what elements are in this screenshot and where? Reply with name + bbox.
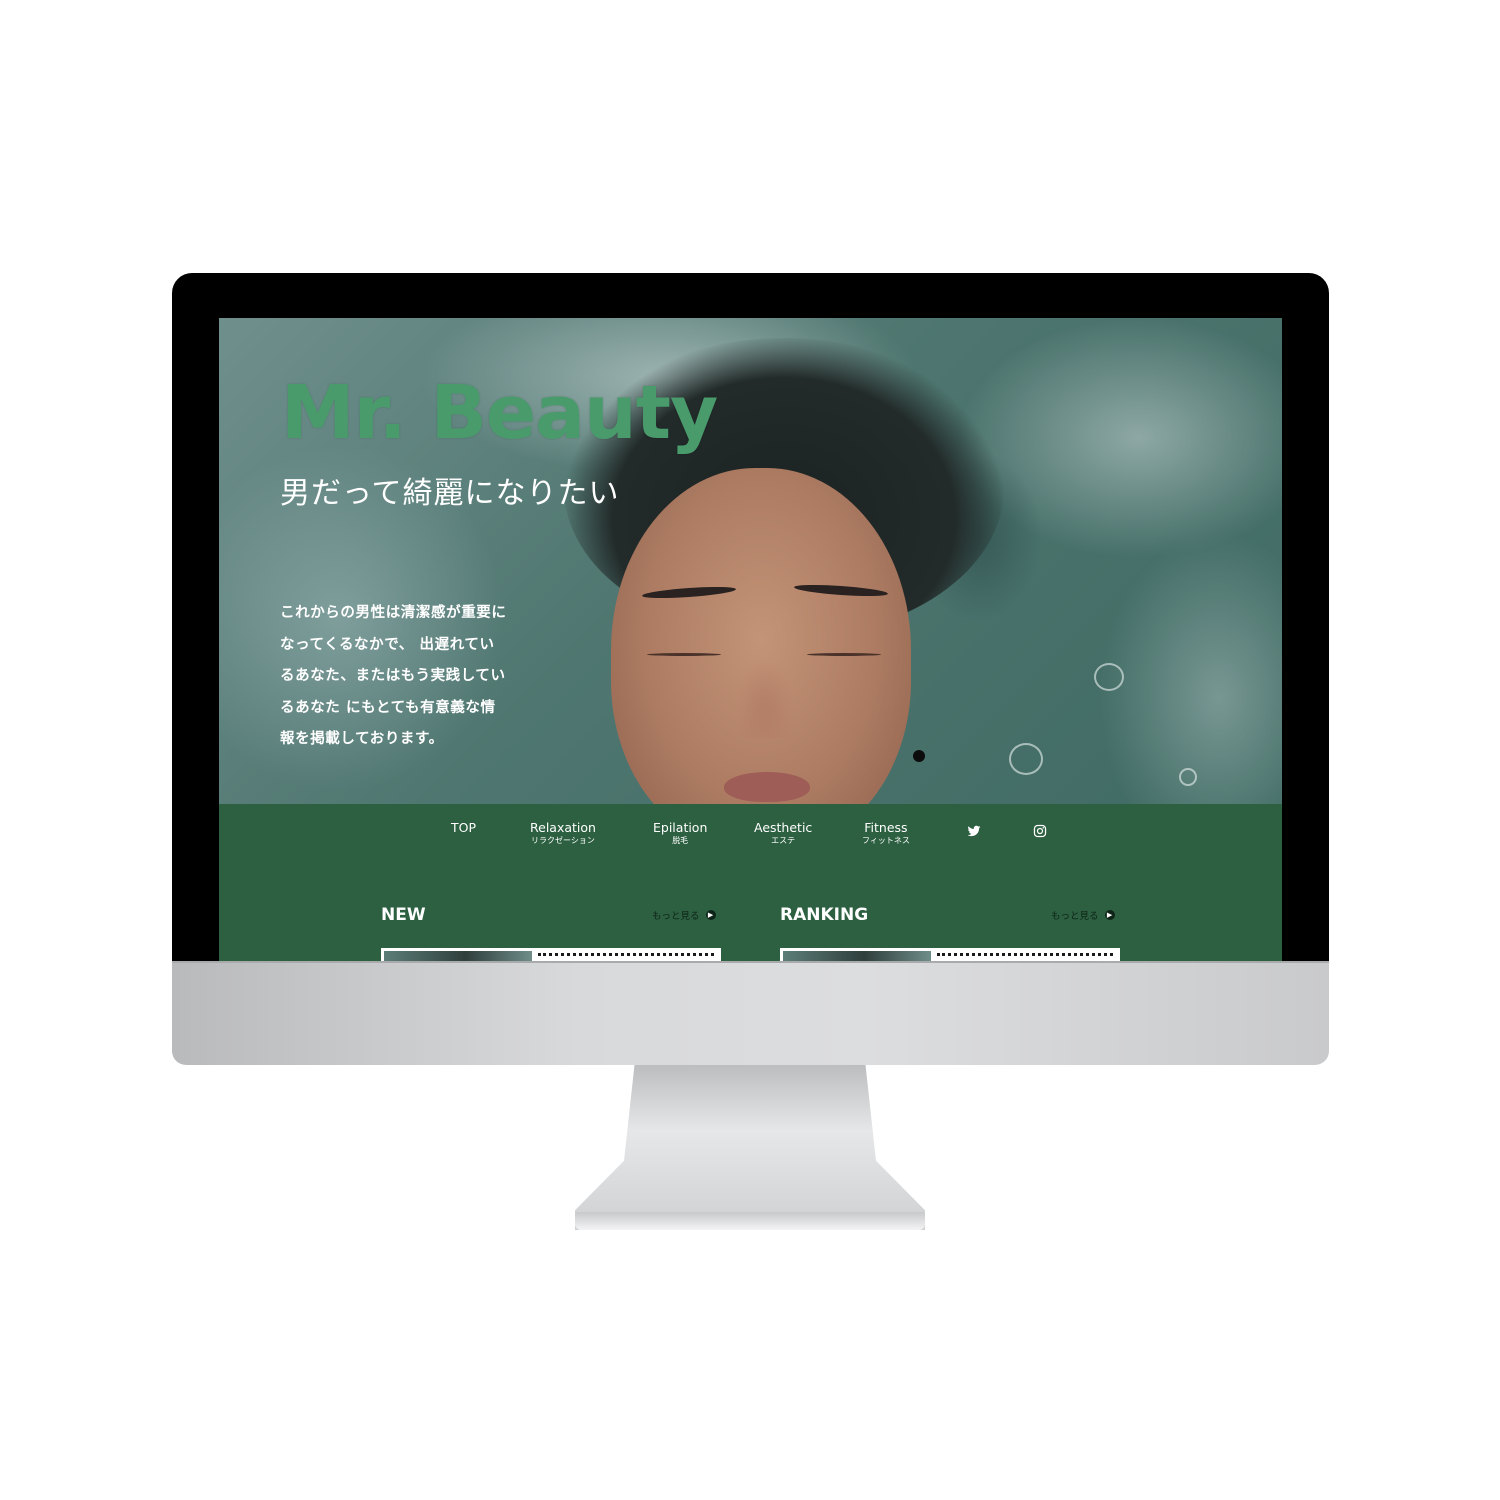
section-title-ranking: RANKING bbox=[780, 905, 869, 925]
lips bbox=[724, 772, 810, 802]
nav-item-top[interactable]: TOP bbox=[451, 821, 476, 835]
nav-item-relaxation[interactable]: Relaxation リラクゼーション bbox=[530, 821, 596, 846]
lead-line: 報を掲載しております。 bbox=[280, 731, 444, 747]
nav-sublabel: リラクゼーション bbox=[531, 836, 595, 845]
monitor-chin bbox=[172, 961, 1329, 1065]
ranking-more-link[interactable]: もっと見る ▶ bbox=[1051, 908, 1115, 922]
instagram-icon[interactable] bbox=[1033, 824, 1047, 838]
article-title-placeholder bbox=[538, 953, 714, 958]
foam-bubble bbox=[1179, 768, 1197, 786]
article-title-placeholder bbox=[937, 953, 1113, 958]
nav-sublabel: フィットネス bbox=[862, 836, 910, 845]
lead-line: これからの男性は清潔感が重要に bbox=[280, 605, 507, 621]
nav-item-aesthetic[interactable]: Aesthetic エステ bbox=[754, 821, 812, 846]
monitor-stand-base bbox=[575, 1212, 925, 1230]
chin-edge bbox=[172, 961, 1329, 963]
ranking-article-card[interactable] bbox=[780, 948, 1120, 961]
monitor-mockup: Mr. Beauty 男だって綺麗になりたい これからの男性は清潔感が重要に な… bbox=[0, 0, 1500, 1500]
foam-bubble bbox=[1009, 743, 1043, 775]
right-eye bbox=[807, 653, 881, 656]
new-more-link[interactable]: もっと見る ▶ bbox=[652, 908, 716, 922]
monitor-stand bbox=[575, 1065, 925, 1230]
nav-label: Relaxation bbox=[530, 820, 596, 835]
foam-bubble bbox=[1094, 663, 1124, 691]
nav-sublabel: エステ bbox=[771, 836, 796, 845]
arrow-right-icon: ▶ bbox=[705, 910, 716, 920]
earring bbox=[913, 750, 925, 762]
twitter-icon[interactable] bbox=[967, 824, 981, 838]
hero-lead-text: これからの男性は清潔感が重要に なってくるなかで、 出遅れてい るあなた、または… bbox=[280, 598, 510, 756]
lead-line: るあなた、またはもう実践してい bbox=[280, 668, 506, 684]
site-logo[interactable]: Mr. Beauty bbox=[281, 376, 718, 450]
nav-item-fitness[interactable]: Fitness フィットネス bbox=[862, 821, 910, 846]
article-thumbnail bbox=[783, 951, 931, 961]
hero-photo: Mr. Beauty 男だって綺麗になりたい これからの男性は清潔感が重要に な… bbox=[219, 318, 1282, 848]
nav-label: Aesthetic bbox=[754, 820, 813, 835]
lead-line: なってくるなかで、 出遅れてい bbox=[280, 636, 495, 653]
arrow-right-icon: ▶ bbox=[1104, 910, 1115, 920]
global-nav: TOP Relaxation リラクゼーション Epilation 脱毛 Aes… bbox=[219, 804, 1282, 961]
new-article-card[interactable] bbox=[381, 948, 721, 961]
nav-label: TOP bbox=[451, 820, 477, 835]
more-label: もっと見る bbox=[1051, 911, 1099, 922]
hero-tagline: 男だって綺麗になりたい bbox=[280, 476, 620, 511]
more-label: もっと見る bbox=[652, 911, 700, 922]
website-screen: Mr. Beauty 男だって綺麗になりたい これからの男性は清潔感が重要に な… bbox=[219, 318, 1282, 961]
section-title-new: NEW bbox=[381, 905, 426, 925]
left-eye bbox=[647, 653, 721, 656]
lead-line: るあなた にもとても有意義な情 bbox=[280, 699, 496, 716]
article-thumbnail bbox=[384, 951, 532, 961]
nav-label: Fitness bbox=[864, 820, 908, 835]
nav-label: Epilation bbox=[653, 820, 708, 835]
nav-sublabel: 脱毛 bbox=[672, 836, 689, 845]
nose bbox=[734, 658, 796, 738]
nav-item-epilation[interactable]: Epilation 脱毛 bbox=[653, 821, 707, 846]
